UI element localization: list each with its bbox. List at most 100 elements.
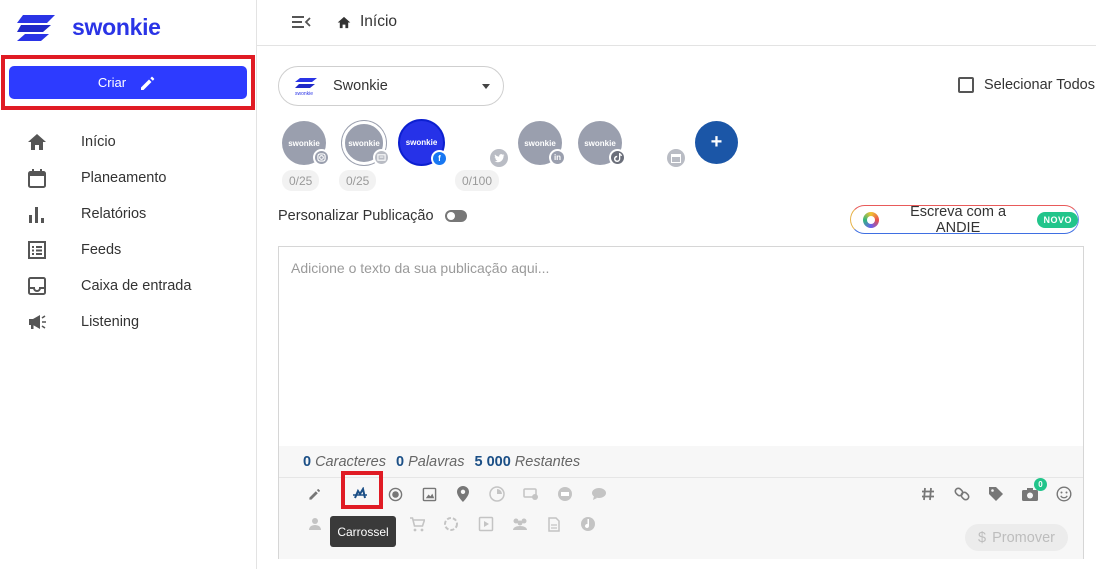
nav-label: Relatórios (81, 206, 147, 222)
user-icon[interactable] (305, 514, 325, 534)
account-label: swonkie (584, 138, 616, 148)
megaphone-icon (27, 312, 47, 332)
video-icon[interactable] (476, 514, 496, 534)
svg-text:swonkie: swonkie (295, 91, 313, 96)
characters-count: 0 (303, 453, 312, 470)
account-label: swonkie (348, 138, 380, 148)
words-count: 0 (396, 453, 405, 470)
gif-icon[interactable] (555, 484, 575, 504)
nav-label: Listening (81, 314, 140, 330)
post-text-input[interactable] (279, 247, 1083, 445)
profile-dropdown[interactable]: swonkie Swonkie (278, 66, 504, 106)
account-label: swonkie (288, 138, 320, 148)
instagram-icon (313, 149, 330, 166)
inbox-icon (27, 276, 47, 296)
account-label: swonkie (405, 138, 438, 147)
brand-logo[interactable]: swonkie (17, 12, 161, 42)
breadcrumb-label: Início (360, 13, 398, 30)
carousel-icon[interactable] (350, 484, 370, 504)
editor-toolbar: 0 Carrossel $ Promover (279, 471, 1083, 559)
swonkie-logo-icon: swonkie (295, 78, 317, 96)
link-icon[interactable] (952, 484, 972, 504)
nav-item-inbox[interactable]: Caixa de entrada (0, 268, 256, 304)
customize-label: Personalizar Publicação (278, 208, 434, 224)
nav-label: Planeamento (81, 170, 167, 186)
create-label: Criar (97, 75, 127, 90)
nav-label: Caixa de entrada (81, 278, 192, 294)
post-editor: 0 Caracteres 0 Palavras 5 000 Restantes (278, 246, 1084, 559)
char-counter-instagram: 0/25 (282, 170, 320, 191)
andie-button[interactable]: Escreva com a ANDIE NOVO (850, 203, 1079, 236)
account-label: swonkie (524, 138, 556, 148)
comment-icon[interactable] (589, 484, 609, 504)
linkedin-icon: in (549, 149, 566, 166)
media-count-badge: 0 (1034, 478, 1047, 491)
poll-icon[interactable] (487, 484, 507, 504)
account-google-business[interactable]: swonkie (342, 121, 390, 166)
nav-item-listening[interactable]: Listening (0, 304, 256, 340)
dollar-icon: $ (978, 529, 987, 546)
home-icon (27, 132, 47, 152)
customize-toggle[interactable] (444, 210, 467, 222)
customize-publication: Personalizar Publicação (278, 208, 467, 224)
account-instagram[interactable]: swonkie (282, 121, 330, 166)
promote-label: Promover (992, 529, 1055, 546)
emoji-icon[interactable] (1054, 484, 1074, 504)
account-tiktok[interactable]: swonkie (578, 121, 626, 166)
nav-item-feeds[interactable]: Feeds (0, 232, 256, 268)
cart-icon[interactable] (407, 514, 427, 534)
breadcrumb[interactable]: Início (337, 13, 397, 31)
target-icon[interactable] (385, 484, 405, 504)
account-facebook[interactable]: swonkie f (398, 119, 448, 167)
andie-label: Escreva com a ANDIE (910, 203, 1007, 236)
char-counter-google-business: 0/25 (339, 170, 377, 191)
andie-logo-icon (863, 211, 879, 228)
store-icon (373, 149, 390, 166)
list-icon (27, 240, 47, 260)
account-linkedin[interactable]: swonkie in (518, 121, 566, 166)
nav-item-reports[interactable]: Relatórios (0, 196, 256, 232)
group-icon[interactable] (510, 514, 530, 534)
website-icon[interactable] (667, 149, 685, 167)
facebook-icon: f (431, 150, 448, 167)
add-account-button[interactable]: + (695, 121, 738, 164)
location-icon[interactable] (453, 484, 473, 504)
profile-name: Swonkie (333, 78, 388, 94)
sidebar: swonkie Criar Início Planeamento Relatór… (0, 0, 257, 569)
calendar-icon (27, 168, 47, 188)
nav-label: Início (81, 134, 116, 150)
image-icon[interactable] (419, 484, 439, 504)
promote-button[interactable]: $ Promover (965, 524, 1068, 551)
pencil-icon (141, 76, 155, 90)
remaining-label: Restantes (514, 453, 581, 470)
create-button[interactable]: Criar (9, 66, 247, 99)
hashtag-icon[interactable] (918, 484, 938, 504)
refresh-icon[interactable] (441, 514, 461, 534)
document-icon[interactable] (544, 514, 564, 534)
edit-icon[interactable] (305, 484, 325, 504)
music-icon[interactable] (578, 514, 598, 534)
nav-item-home[interactable]: Início (0, 124, 256, 160)
nav-label: Feeds (81, 242, 122, 258)
home-icon (337, 16, 351, 28)
new-badge: NOVO (1037, 211, 1078, 228)
words-label: Palavras (408, 453, 465, 470)
app-root: swonkie Criar Início Planeamento Relatór… (0, 0, 1096, 569)
carousel-tooltip: Carrossel (330, 516, 396, 547)
tag-icon[interactable] (986, 484, 1006, 504)
tiktok-icon (609, 149, 626, 166)
nav-item-planning[interactable]: Planeamento (0, 160, 256, 196)
swonkie-logo-icon (17, 15, 55, 41)
brand-name: swonkie (72, 13, 161, 40)
twitter-icon[interactable] (490, 149, 508, 167)
select-all-checkbox[interactable]: Selecionar Todos (958, 77, 1095, 93)
collapse-menu-icon[interactable] (291, 12, 311, 32)
select-all-label: Selecionar Todos (984, 77, 1095, 93)
checkbox-icon (958, 77, 974, 93)
plus-icon: + (710, 131, 723, 153)
chevron-down-icon (482, 84, 490, 89)
text-stats: 0 Caracteres 0 Palavras 5 000 Restantes (279, 446, 1083, 477)
char-counter-twitter: 0/100 (455, 170, 500, 191)
top-bar: Início (257, 0, 1096, 46)
link-card-icon[interactable] (521, 484, 541, 504)
